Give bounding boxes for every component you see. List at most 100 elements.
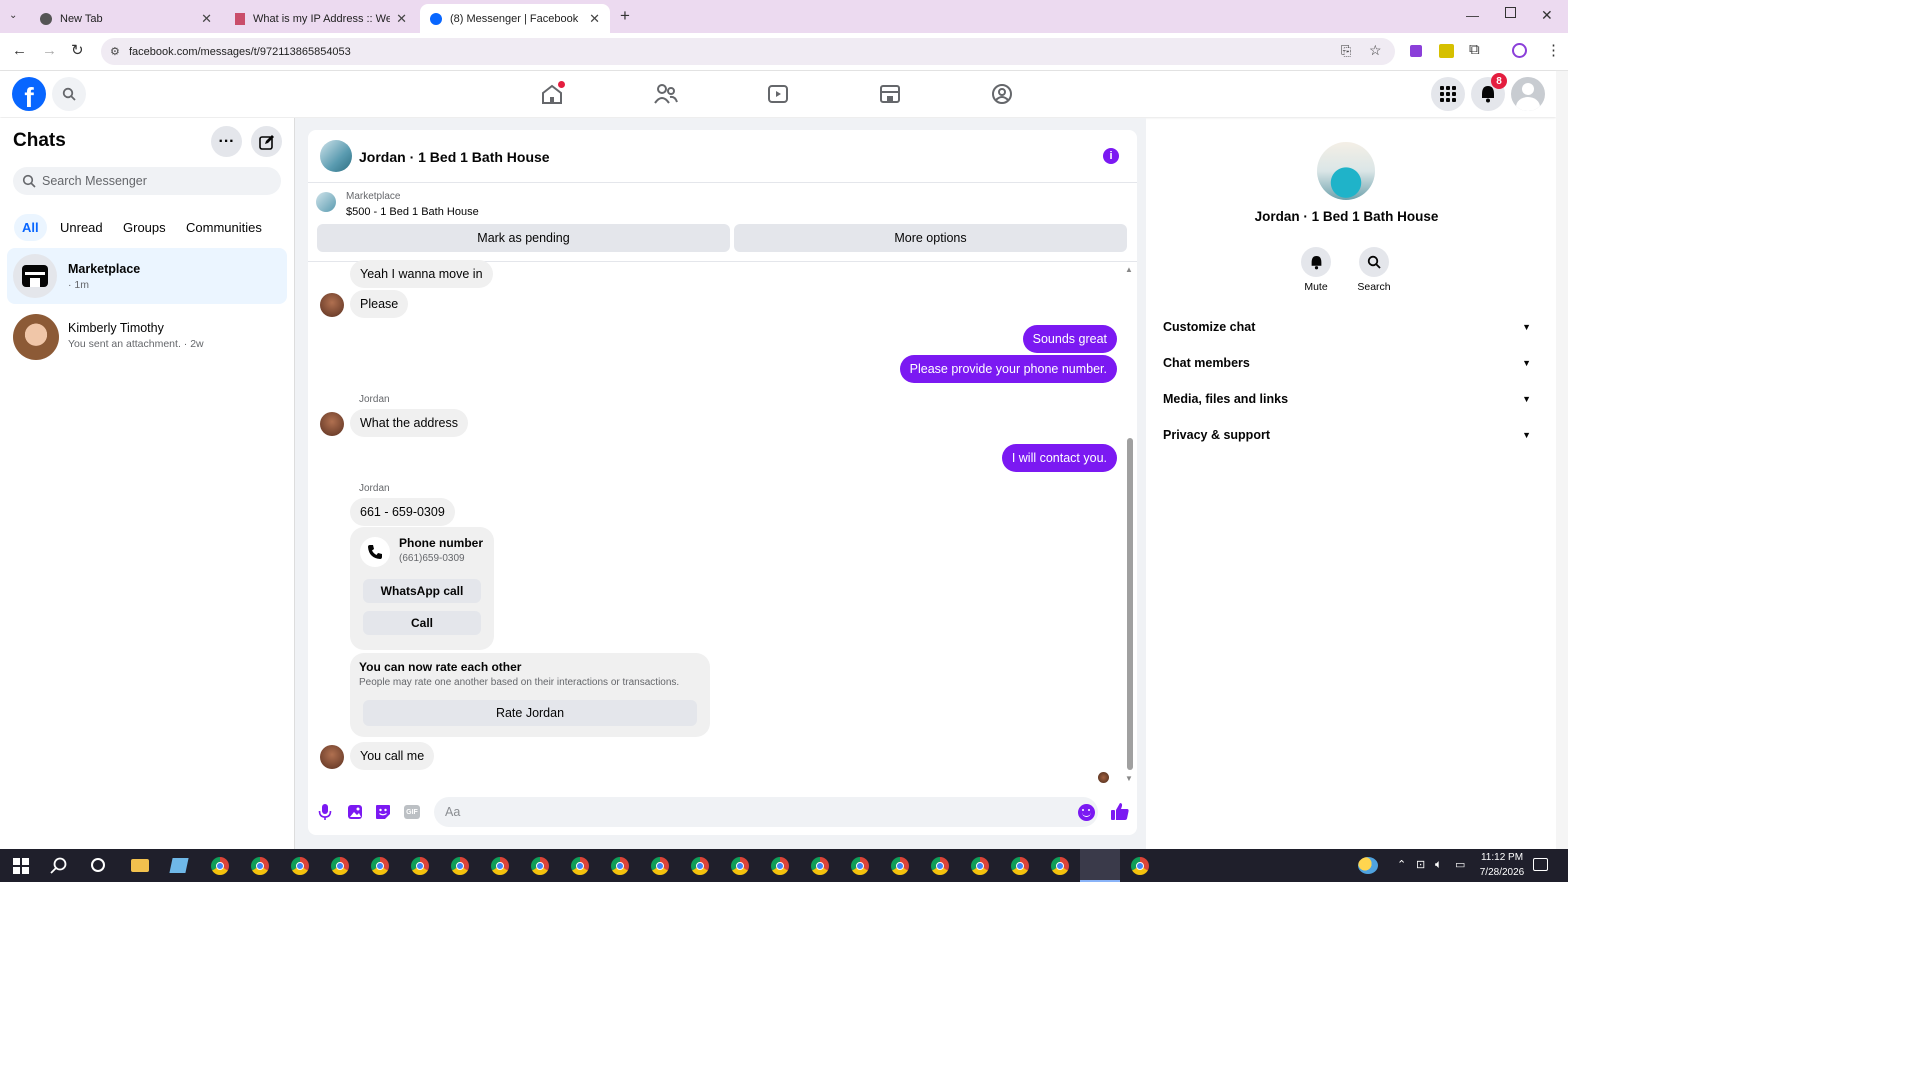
chrome-taskbar-icon[interactable] bbox=[291, 857, 309, 875]
install-app-icon[interactable]: ⎘ bbox=[1341, 43, 1351, 59]
scrollbar-thumb[interactable] bbox=[1127, 438, 1133, 770]
mute-button[interactable] bbox=[1301, 247, 1331, 277]
chrome-taskbar-icon[interactable] bbox=[851, 857, 869, 875]
chrome-taskbar-icon[interactable] bbox=[571, 857, 589, 875]
minimize-icon[interactable]: — bbox=[1466, 8, 1479, 23]
chat-item-kimberly-timothy[interactable]: Kimberly Timothy You sent an attachment.… bbox=[7, 308, 287, 364]
chrome-taskbar-icon[interactable] bbox=[731, 857, 749, 875]
chrome-taskbar-icon[interactable] bbox=[371, 857, 389, 875]
nav-friends[interactable] bbox=[653, 83, 679, 105]
tab-new-tab[interactable]: New Tab ✕ bbox=[30, 4, 222, 33]
account-avatar[interactable] bbox=[1511, 77, 1545, 111]
page-scrollbar[interactable] bbox=[1556, 71, 1568, 849]
chrome-taskbar-icon[interactable] bbox=[1131, 857, 1149, 875]
chrome-taskbar-icon[interactable] bbox=[1051, 857, 1069, 875]
gif-icon[interactable]: GIF bbox=[404, 805, 420, 819]
filter-communities[interactable]: Communities bbox=[178, 214, 270, 241]
filter-all[interactable]: All bbox=[14, 214, 47, 241]
filter-groups[interactable]: Groups bbox=[115, 214, 174, 241]
windows-start-icon[interactable] bbox=[13, 858, 29, 874]
chrome-taskbar-icon[interactable] bbox=[691, 857, 709, 875]
extension-icon[interactable] bbox=[1410, 45, 1422, 57]
search-button[interactable] bbox=[52, 77, 86, 111]
reload-icon[interactable]: ↻ bbox=[71, 41, 84, 59]
notepad-icon[interactable] bbox=[169, 858, 189, 873]
chrome-taskbar-icon[interactable] bbox=[931, 857, 949, 875]
chat-options-button[interactable]: ··· bbox=[211, 126, 242, 157]
display-icon[interactable]: ▭ bbox=[1455, 858, 1465, 871]
more-options-button[interactable]: More options bbox=[734, 224, 1127, 252]
notifications-button[interactable]: 8 bbox=[1471, 73, 1507, 111]
nav-marketplace[interactable] bbox=[879, 83, 901, 105]
close-tab-icon[interactable]: ✕ bbox=[396, 11, 407, 27]
details-avatar[interactable] bbox=[1317, 142, 1375, 200]
site-info-icon[interactable]: ⚙ bbox=[110, 45, 120, 58]
extensions-puzzle-icon[interactable]: ⧉ bbox=[1469, 41, 1480, 58]
message-composer-input[interactable]: Aa bbox=[434, 797, 1098, 827]
notification-center-icon[interactable] bbox=[1533, 858, 1548, 871]
call-button[interactable]: Call bbox=[363, 611, 481, 635]
close-window-icon[interactable]: ✕ bbox=[1541, 7, 1553, 24]
bookmark-star-icon[interactable]: ☆ bbox=[1369, 42, 1382, 59]
chrome-taskbar-icon[interactable] bbox=[1011, 857, 1029, 875]
menu-kebab-icon[interactable]: ⋮ bbox=[1546, 41, 1561, 59]
facebook-logo[interactable]: f bbox=[12, 77, 46, 111]
extension-icon[interactable] bbox=[1439, 44, 1454, 58]
address-bar[interactable]: ⚙ facebook.com/messages/t/97211386585405… bbox=[101, 38, 1395, 65]
tab-search-icon[interactable]: ⌄ bbox=[9, 10, 17, 21]
weather-icon[interactable] bbox=[1358, 857, 1378, 874]
filter-unread[interactable]: Unread bbox=[52, 214, 111, 241]
chrome-taskbar-icon[interactable] bbox=[211, 857, 229, 875]
chrome-taskbar-icon[interactable] bbox=[971, 857, 989, 875]
forward-icon[interactable]: → bbox=[42, 42, 57, 59]
section-customize-chat[interactable]: Customize chat ▼ bbox=[1163, 320, 1531, 334]
rate-jordan-button[interactable]: Rate Jordan bbox=[363, 700, 697, 726]
section-chat-members[interactable]: Chat members ▼ bbox=[1163, 356, 1531, 370]
whatsapp-call-button[interactable]: WhatsApp call bbox=[363, 579, 481, 603]
chat-item-marketplace[interactable]: Marketplace · 1m bbox=[7, 248, 287, 304]
section-privacy-support[interactable]: Privacy & support ▼ bbox=[1163, 428, 1531, 442]
menu-button[interactable] bbox=[1431, 77, 1465, 111]
network-icon[interactable]: ⊡ bbox=[1416, 858, 1425, 871]
maximize-icon[interactable] bbox=[1505, 7, 1516, 18]
new-message-button[interactable] bbox=[251, 126, 282, 157]
info-icon[interactable]: i bbox=[1103, 148, 1119, 164]
taskbar-search-icon[interactable] bbox=[50, 857, 68, 875]
volume-icon[interactable]: 🔈︎ bbox=[1435, 857, 1442, 872]
chrome-taskbar-icon[interactable] bbox=[451, 857, 469, 875]
chrome-taskbar-icon[interactable] bbox=[891, 857, 909, 875]
voice-clip-button[interactable] bbox=[318, 803, 332, 821]
mark-pending-button[interactable]: Mark as pending bbox=[317, 224, 730, 252]
scroll-up-arrow[interactable]: ▲ bbox=[1125, 265, 1133, 274]
emoji-icon[interactable] bbox=[1078, 804, 1095, 821]
clock-date[interactable]: 7/28/2026 bbox=[1476, 867, 1528, 878]
file-explorer-icon[interactable] bbox=[131, 859, 149, 872]
listing-title[interactable]: $500 - 1 Bed 1 Bath House bbox=[346, 206, 479, 218]
like-button[interactable] bbox=[1110, 802, 1130, 821]
task-view-icon[interactable] bbox=[91, 858, 105, 872]
nav-groups[interactable] bbox=[991, 83, 1013, 105]
section-media-files-links[interactable]: Media, files and links ▼ bbox=[1163, 392, 1531, 406]
chrome-taskbar-icon[interactable] bbox=[811, 857, 829, 875]
search-messenger-input[interactable]: Search Messenger bbox=[13, 167, 281, 195]
tab-messenger[interactable]: (8) Messenger | Facebook ✕ bbox=[420, 4, 610, 33]
chrome-taskbar-icon[interactable] bbox=[331, 857, 349, 875]
chrome-taskbar-icon[interactable] bbox=[651, 857, 669, 875]
chrome-taskbar-icon[interactable] bbox=[411, 857, 429, 875]
nav-video[interactable] bbox=[767, 83, 789, 105]
sticker-button[interactable] bbox=[375, 804, 391, 820]
chrome-taskbar-icon[interactable] bbox=[771, 857, 789, 875]
close-tab-icon[interactable]: ✕ bbox=[589, 11, 600, 27]
new-tab-plus-icon[interactable]: + bbox=[620, 6, 630, 26]
chrome-taskbar-icon[interactable] bbox=[491, 857, 509, 875]
tray-chevron-up-icon[interactable]: ⌃ bbox=[1397, 858, 1406, 871]
scroll-down-arrow[interactable]: ▼ bbox=[1125, 774, 1133, 783]
conversation-title[interactable]: Jordan · 1 Bed 1 Bath House bbox=[359, 149, 550, 165]
clock-time[interactable]: 11:12 PM bbox=[1476, 852, 1528, 863]
chrome-taskbar-icon[interactable] bbox=[611, 857, 629, 875]
chrome-taskbar-icon[interactable] bbox=[251, 857, 269, 875]
attach-photo-button[interactable] bbox=[347, 804, 363, 820]
search-in-conversation-button[interactable] bbox=[1359, 247, 1389, 277]
conversation-avatar[interactable] bbox=[320, 140, 352, 172]
nav-home[interactable] bbox=[540, 81, 565, 105]
